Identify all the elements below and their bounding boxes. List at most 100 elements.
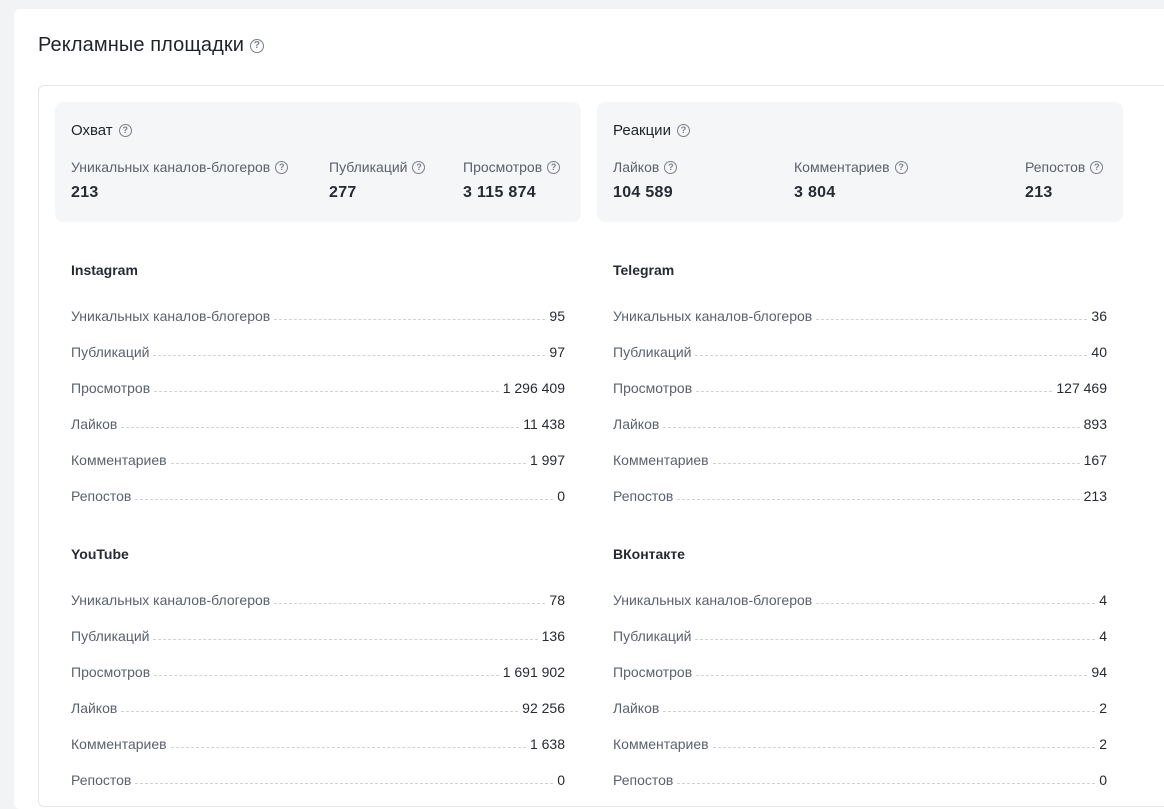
list-item: Публикаций 40 <box>613 334 1107 370</box>
row-value: 0 <box>557 772 565 788</box>
row-label: Лайков <box>71 700 118 716</box>
row-leader <box>154 390 499 392</box>
platform-instagram: Instagram Уникальных каналов-блогеров 95 … <box>71 262 565 514</box>
platform-telegram: Telegram Уникальных каналов-блогеров 36 П… <box>613 262 1107 514</box>
reactions-card: Реакции ? Лайков? 104 589 Комментариев? … <box>597 102 1123 222</box>
row-value: 0 <box>1099 772 1107 788</box>
row-value: 1 691 902 <box>502 664 565 680</box>
list-item: Лайков 893 <box>613 406 1107 442</box>
platform-title: ВКонтакте <box>613 546 685 562</box>
list-item: Репостов 213 <box>613 478 1107 514</box>
page-title: Рекламные площадки ? <box>38 34 265 57</box>
row-value: 4 <box>1099 592 1107 608</box>
help-icon[interactable]: ? <box>250 38 265 53</box>
help-icon[interactable]: ? <box>664 160 678 174</box>
row-leader <box>153 354 546 356</box>
row-leader <box>712 746 1096 748</box>
help-icon[interactable]: ? <box>894 160 908 174</box>
help-icon[interactable]: ? <box>1090 160 1104 174</box>
row-label: Уникальных каналов-блогеров <box>613 592 813 608</box>
row-label: Просмотров <box>71 380 151 396</box>
row-leader <box>170 462 526 464</box>
row-leader <box>170 746 526 748</box>
row-value: 94 <box>1091 664 1107 680</box>
row-label: Комментариев <box>613 736 709 752</box>
reactions-metric-reposts: Репостов? 213 <box>1025 159 1104 202</box>
row-leader <box>121 426 520 428</box>
row-leader <box>153 638 538 640</box>
row-value: 4 <box>1099 628 1107 644</box>
list-item: Репостов 0 <box>613 762 1107 798</box>
reach-card: Охват ? Уникальных каналов-блогеров? 213… <box>55 102 581 222</box>
row-leader <box>121 710 519 712</box>
list-item: Комментариев 167 <box>613 442 1107 478</box>
row-label: Лайков <box>613 700 660 716</box>
row-label: Уникальных каналов-блогеров <box>613 308 813 324</box>
row-leader <box>712 462 1080 464</box>
list-item: Уникальных каналов-блогеров 4 <box>613 582 1107 618</box>
row-label: Комментариев <box>613 452 709 468</box>
row-leader <box>274 602 546 604</box>
row-leader <box>135 782 554 784</box>
metric-label: Уникальных каналов-блогеров <box>71 159 271 175</box>
help-icon[interactable]: ? <box>547 160 561 174</box>
reach-card-title: Охват ? <box>71 122 132 139</box>
reach-metric-publications: Публикаций? 277 <box>329 159 426 202</box>
help-icon[interactable]: ? <box>118 124 132 137</box>
row-label: Публикаций <box>71 628 150 644</box>
reach-metric-channels: Уникальных каналов-блогеров? 213 <box>71 159 289 202</box>
row-leader <box>677 498 1080 500</box>
help-icon[interactable]: ? <box>412 160 426 174</box>
page-title-text: Рекламные площадки <box>38 34 245 56</box>
reactions-metric-comments: Комментариев? 3 804 <box>794 159 908 202</box>
row-label: Просмотров <box>613 380 693 396</box>
row-value: 11 438 <box>523 416 565 432</box>
row-value: 2 <box>1099 700 1107 716</box>
row-leader <box>135 498 554 500</box>
metric-value: 277 <box>329 184 357 201</box>
list-item: Просмотров 1 296 409 <box>71 370 565 406</box>
row-value: 97 <box>549 344 565 360</box>
row-label: Просмотров <box>71 664 151 680</box>
list-item: Публикаций 97 <box>71 334 565 370</box>
row-label: Репостов <box>613 772 674 788</box>
platform-vkontakte: ВКонтакте Уникальных каналов-блогеров 4 П… <box>613 546 1107 798</box>
platform-youtube: YouTube Уникальных каналов-блогеров 78 Пу… <box>71 546 565 798</box>
reactions-metric-likes: Лайков? 104 589 <box>613 159 678 202</box>
row-value: 40 <box>1091 344 1107 360</box>
row-leader <box>696 674 1088 676</box>
row-leader <box>696 390 1053 392</box>
row-value: 2 <box>1099 736 1107 752</box>
list-item: Комментариев 1 997 <box>71 442 565 478</box>
row-label: Публикаций <box>613 344 692 360</box>
row-label: Комментариев <box>71 452 167 468</box>
help-icon[interactable]: ? <box>275 160 289 174</box>
list-item: Уникальных каналов-блогеров 36 <box>613 298 1107 334</box>
list-item: Комментариев 2 <box>613 726 1107 762</box>
list-item: Публикаций 4 <box>613 618 1107 654</box>
help-icon[interactable]: ? <box>676 124 690 137</box>
reactions-title-text: Реакции <box>613 122 671 139</box>
row-value: 1 638 <box>529 736 565 752</box>
row-value: 213 <box>1083 488 1107 504</box>
metric-value: 213 <box>1025 184 1053 201</box>
row-label: Публикаций <box>613 628 692 644</box>
list-item: Просмотров 1 691 902 <box>71 654 565 690</box>
list-item: Публикаций 136 <box>71 618 565 654</box>
list-item: Уникальных каналов-блогеров 78 <box>71 582 565 618</box>
list-item: Просмотров 94 <box>613 654 1107 690</box>
row-label: Уникальных каналов-блогеров <box>71 592 271 608</box>
row-leader <box>677 782 1096 784</box>
row-label: Лайков <box>613 416 660 432</box>
list-item: Лайков 92 256 <box>71 690 565 726</box>
list-item: Лайков 2 <box>613 690 1107 726</box>
row-leader <box>695 638 1096 640</box>
row-leader <box>154 674 499 676</box>
metric-label: Комментариев <box>794 159 890 175</box>
row-label: Уникальных каналов-блогеров <box>71 308 271 324</box>
platform-title: YouTube <box>71 546 129 562</box>
row-value: 167 <box>1083 452 1107 468</box>
reach-metric-views: Просмотров? 3 115 874 <box>463 159 561 202</box>
list-item: Репостов 0 <box>71 478 565 514</box>
platform-title: Telegram <box>613 262 675 278</box>
